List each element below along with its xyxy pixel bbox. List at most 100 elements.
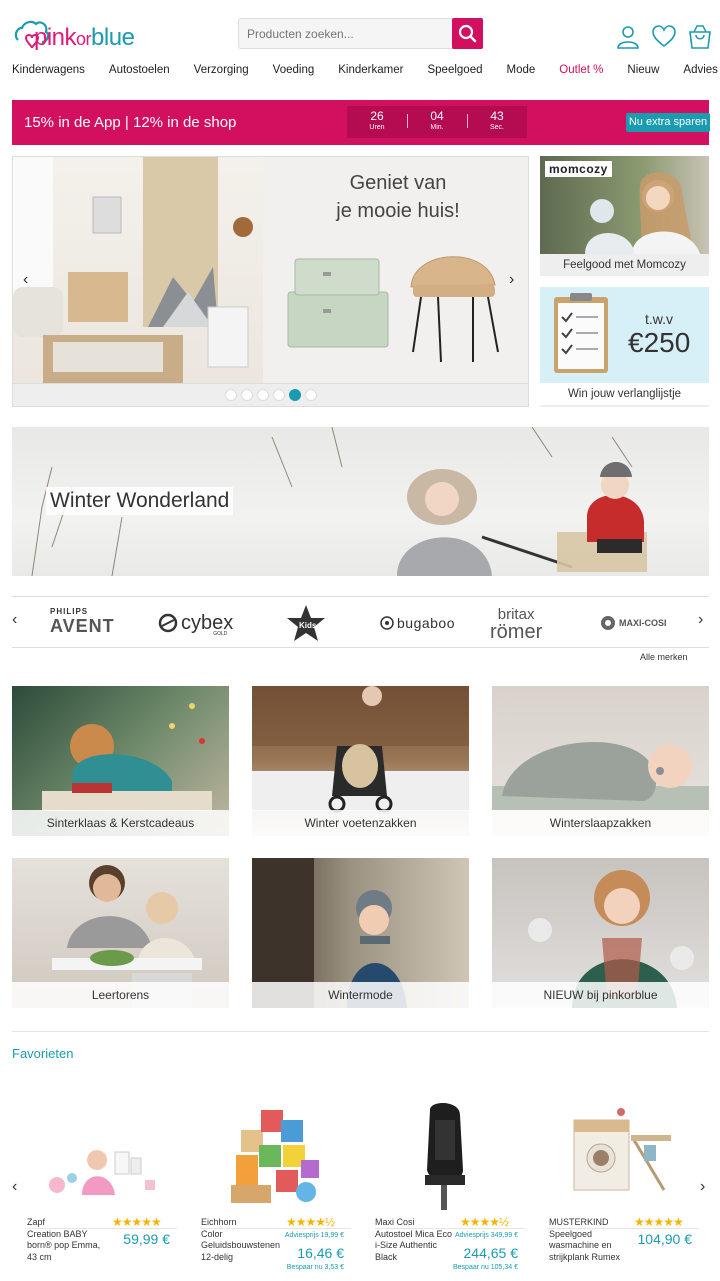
category-tile-new-arrivals[interactable]: NIEUW bij pinkorblue bbox=[492, 858, 709, 1008]
mother-baby-illustration bbox=[585, 172, 700, 254]
hero-room-image bbox=[13, 157, 263, 383]
product-image-blocks bbox=[231, 1110, 319, 1203]
category-label: Wintermode bbox=[252, 982, 469, 1008]
countdown-seconds-value: 43 bbox=[490, 109, 504, 123]
nav-item-outlet[interactable]: Outlet % bbox=[559, 64, 603, 76]
brand-logo-bugaboo[interactable]: bugaboo bbox=[379, 607, 455, 639]
product-card[interactable]: Maxi Cosi ★★★★½ Autostoel Mica Eco i-Siz… bbox=[375, 1100, 540, 1280]
brand-logo-kids[interactable]: Kids bbox=[284, 605, 328, 641]
cart-icon[interactable] bbox=[688, 24, 712, 50]
brand-logo-cybex[interactable]: cybex GOLD bbox=[157, 607, 233, 639]
brand-cybex-gold-text: GOLD bbox=[213, 631, 228, 637]
category-tile-learning-towers[interactable]: Leertorens bbox=[12, 858, 229, 1008]
category-tile-footmuffs[interactable]: Winter voetenzakken bbox=[252, 686, 469, 836]
heart-icon[interactable] bbox=[652, 24, 676, 50]
nav-item-advies[interactable]: Advies bbox=[683, 64, 718, 76]
brand-carousel: ‹ PHILIPS AVENT cybex GOLD Kids bugaboo … bbox=[12, 596, 709, 648]
category-label: NIEUW bij pinkorblue bbox=[492, 982, 709, 1008]
winter-wonderland-banner[interactable]: Winter Wonderland bbox=[12, 427, 709, 576]
countdown-minutes: 04 Min. bbox=[407, 106, 467, 138]
wishlist-tag-amount: €250 bbox=[628, 327, 691, 358]
logo-part-blue: blue bbox=[91, 24, 135, 51]
nav-item-mode[interactable]: Mode bbox=[507, 64, 536, 76]
product-rating-stars: ★★★★½ bbox=[460, 1215, 509, 1229]
category-tile-wintermode[interactable]: Wintermode bbox=[252, 858, 469, 1008]
slider-dot-active[interactable] bbox=[288, 389, 301, 401]
countdown-seconds-label: Sec. bbox=[489, 124, 504, 131]
category-tile-christmas[interactable]: Sinterklaas & Kerstcadeaus bbox=[12, 686, 229, 836]
promo-text: 15% in de App | 12% in de shop bbox=[24, 114, 237, 131]
nav-item-autostoelen[interactable]: Autostoelen bbox=[109, 64, 170, 76]
product-brand: Maxi Cosi bbox=[375, 1217, 415, 1227]
bugaboo-mark-icon bbox=[380, 616, 394, 630]
nav-item-verzorging[interactable]: Verzorging bbox=[194, 64, 249, 76]
hero-next-arrow[interactable]: › bbox=[509, 271, 514, 289]
brands-prev-arrow[interactable]: ‹ bbox=[12, 611, 17, 629]
product-card[interactable]: Eichhorn ★★★★½ Color Geluidsbouwstenen 1… bbox=[201, 1100, 366, 1280]
product-savings: Bespaar nu 105,34 € bbox=[453, 1264, 518, 1271]
nav-item-speelgoed[interactable]: Speelgoed bbox=[427, 64, 482, 76]
momcozy-label: Feelgood met Momcozy bbox=[563, 259, 686, 271]
category-label: Leertorens bbox=[12, 982, 229, 1008]
nursery-illustration bbox=[13, 157, 253, 383]
slider-dot[interactable] bbox=[304, 389, 317, 401]
hero-prev-arrow[interactable]: ‹ bbox=[23, 271, 28, 289]
product-name: Autostoel Mica Eco i-Size Authentic Blac… bbox=[375, 1229, 453, 1262]
brand-britax-text: britax bbox=[497, 606, 535, 623]
hero-pagination bbox=[13, 383, 528, 406]
product-card[interactable]: MUSTERKIND ★★★★★ Speelgoed wasmachine en… bbox=[549, 1100, 714, 1280]
logo-wordmark: pinkorblue bbox=[34, 24, 135, 52]
hero-slider[interactable]: Geniet van je mooie huis! ‹ › bbox=[12, 156, 529, 407]
slider-dot[interactable] bbox=[240, 389, 253, 401]
brands-next-arrow[interactable]: › bbox=[698, 611, 703, 629]
slider-dot[interactable] bbox=[224, 389, 237, 401]
wishlist-tag-small: t.w.v bbox=[645, 311, 674, 327]
countdown-hours: 26 Uren bbox=[347, 106, 407, 138]
product-price: 16,46 € bbox=[297, 1245, 344, 1261]
momcozy-image: momcozy bbox=[540, 156, 709, 254]
product-rating-stars: ★★★★★ bbox=[112, 1215, 162, 1229]
nav-item-nieuw[interactable]: Nieuw bbox=[627, 64, 659, 76]
slider-dot[interactable] bbox=[272, 389, 285, 401]
brand-logo-maxi-cosi[interactable]: MAXI-COSI bbox=[600, 607, 667, 639]
nav-item-kinderwagens[interactable]: Kinderwagens bbox=[12, 64, 85, 76]
slider-dot[interactable] bbox=[256, 389, 269, 401]
product-brand: MUSTERKIND bbox=[549, 1217, 609, 1227]
search-button[interactable] bbox=[452, 18, 483, 49]
brand-maxi-cosi-text: MAXI-COSI bbox=[619, 618, 667, 628]
pinkorblue-logo[interactable]: pinkorblue bbox=[12, 14, 152, 56]
countdown-minutes-label: Min. bbox=[430, 124, 444, 131]
brand-romer-text: römer bbox=[490, 621, 543, 643]
product-rating-stars: ★★★★★ bbox=[634, 1215, 684, 1229]
search-input[interactable] bbox=[239, 19, 453, 48]
maxi-cosi-mark-icon bbox=[601, 616, 615, 630]
category-tile-sleepingbags[interactable]: Winterslaapzakken bbox=[492, 686, 709, 836]
product-price: 104,90 € bbox=[637, 1231, 693, 1247]
product-savings: Bespaar nu 3,53 € bbox=[286, 1264, 344, 1271]
momcozy-promo-card[interactable]: momcozy Feelgood met Momcozy bbox=[540, 156, 709, 276]
product-brand: Eichhorn bbox=[201, 1217, 237, 1227]
winter-banner-title: Winter Wonderland bbox=[46, 487, 234, 515]
promo-cta-button[interactable]: Nu extra sparen bbox=[626, 113, 710, 132]
product-image-carseat bbox=[425, 1103, 465, 1210]
logo-part-or: or bbox=[76, 29, 92, 49]
logo-part-pink: pink bbox=[34, 24, 77, 51]
brand-logo-philips-avent[interactable]: PHILIPS AVENT bbox=[50, 607, 115, 639]
countdown-minutes-value: 04 bbox=[430, 109, 444, 123]
favorites-prev-arrow[interactable]: ‹ bbox=[12, 1178, 17, 1196]
wishlist-promo-card[interactable]: t.w.v €250 Win jouw verlanglijstje bbox=[540, 287, 709, 407]
promo-banner[interactable]: 15% in de App | 12% in de shop 26 Uren 0… bbox=[12, 100, 710, 145]
brand-kids-text: Kids bbox=[299, 621, 317, 630]
countdown-hours-label: Uren bbox=[369, 124, 385, 131]
all-brands-link[interactable]: Alle merken bbox=[640, 652, 688, 662]
product-card[interactable]: Zapf ★★★★★ Creation BABY born® pop Emma,… bbox=[27, 1100, 192, 1280]
countdown-seconds: 43 Sec. bbox=[467, 106, 527, 138]
product-price: 244,65 € bbox=[463, 1245, 519, 1261]
user-icon[interactable] bbox=[616, 24, 640, 50]
nav-item-voeding[interactable]: Voeding bbox=[273, 64, 315, 76]
brand-logo-britax-romer[interactable]: britax römer bbox=[490, 606, 543, 643]
category-label: Winterslaapzakken bbox=[492, 810, 709, 836]
site-header: pinkorblue Kinderwagens Autostoelen Verz… bbox=[0, 0, 720, 90]
nav-item-kinderkamer[interactable]: Kinderkamer bbox=[338, 64, 403, 76]
product-image-play-washer bbox=[573, 1108, 671, 1191]
